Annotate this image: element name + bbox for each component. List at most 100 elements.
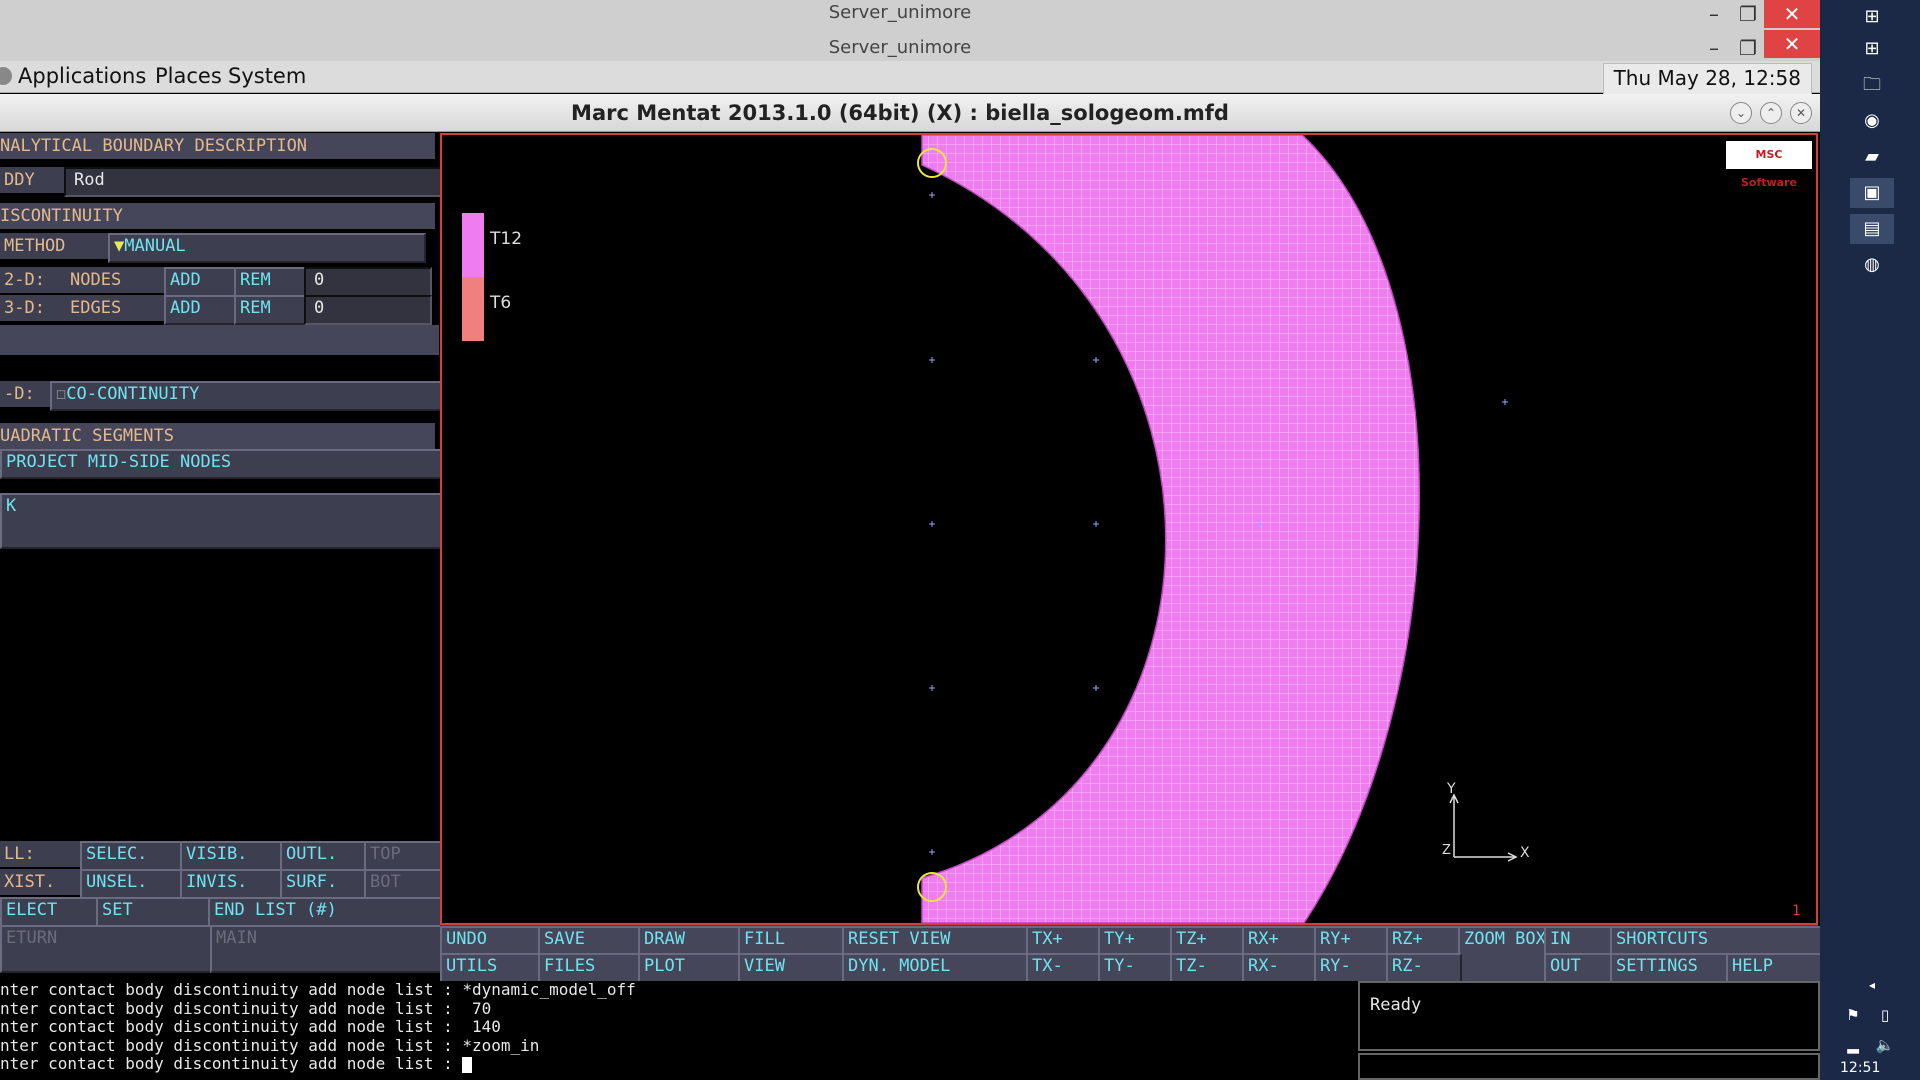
unsel-button[interactable]: UNSEL. (80, 869, 184, 899)
outl-button[interactable]: OUTL. (280, 841, 368, 871)
msc-logo: MSC Software (1726, 141, 1812, 189)
zoom-out-button[interactable]: OUT (1544, 953, 1614, 983)
menu-system[interactable]: System (228, 64, 306, 88)
file-explorer-icon[interactable]: 🗀 (1850, 70, 1894, 100)
graphics-viewport[interactable]: T12 T6 Y X Z 1 MSC Software (440, 133, 1818, 925)
exist-label: XIST. (0, 869, 80, 895)
firefox-icon[interactable]: ◉ (1850, 106, 1894, 136)
invis-button[interactable]: INVIS. (180, 869, 284, 899)
clock[interactable]: Thu May 28, 12:58 (1602, 63, 1812, 96)
zoom-box-button[interactable]: ZOOM BOX (1458, 926, 1548, 986)
rod-mesh (921, 135, 1420, 923)
reset-view-button[interactable]: RESET VIEW (842, 926, 1030, 956)
ry-plus-button[interactable]: RY+ (1314, 926, 1390, 956)
taskbar-clock[interactable]: 12:51 (1840, 1060, 1880, 1076)
visib-button[interactable]: VISIB. (180, 841, 284, 871)
method-value: MANUAL (124, 236, 186, 256)
ty-plus-button[interactable]: TY+ (1098, 926, 1174, 956)
ty-minus-button[interactable]: TY- (1098, 953, 1174, 983)
mesh-canvas (917, 135, 1518, 923)
plot-button[interactable]: PLOT (638, 953, 742, 983)
battery-icon[interactable]: ▯ (1870, 1000, 1900, 1030)
save-button[interactable]: SAVE (538, 926, 642, 956)
axis-y-label: Y (1447, 781, 1456, 797)
rz-plus-button[interactable]: RZ+ (1386, 926, 1462, 956)
chevron-down-icon[interactable]: ⌄ (1730, 102, 1752, 124)
flag-icon[interactable]: ⚑ (1838, 1000, 1868, 1030)
close-icon[interactable]: ✕ (1764, 30, 1820, 58)
tx-minus-button[interactable]: TX- (1026, 953, 1102, 983)
all-label: LL: (0, 841, 80, 867)
windows-logo-icon[interactable]: ⊞ (1850, 34, 1894, 64)
main-button[interactable]: MAIN (210, 925, 442, 973)
chevron-left-icon[interactable]: ◂ (1850, 970, 1894, 1000)
tz-minus-button[interactable]: TZ- (1170, 953, 1246, 983)
console-line: nter contact body discontinuity add node… (0, 1035, 540, 1055)
set-button[interactable]: SET (96, 897, 212, 927)
gnome-foot-icon[interactable] (0, 67, 12, 85)
fill-button[interactable]: FILL (738, 926, 846, 956)
chevron-up-icon[interactable]: ⌃ (1760, 102, 1782, 124)
menu-applications[interactable]: Applications (18, 64, 146, 88)
close-icon[interactable]: ✕ (1764, 0, 1820, 28)
undo-button[interactable]: UNDO (440, 926, 542, 956)
ok-button[interactable]: K (0, 493, 442, 549)
co-continuity-toggle[interactable]: ☐CO-CONTINUITY (50, 381, 442, 411)
console-line: nter contact body discontinuity add node… (0, 1017, 501, 1036)
ry-minus-button[interactable]: RY- (1314, 953, 1390, 983)
bot-button[interactable]: BOT (364, 869, 442, 899)
bottom-toolbar: UNDO SAVE DRAW FILL RESET VIEW TX+ TY+ T… (440, 925, 1822, 986)
view-button[interactable]: VIEW (738, 953, 846, 983)
app-titlebar: Marc Mentat 2013.1.0 (64bit) (X) : biell… (0, 94, 1820, 132)
rx-plus-button[interactable]: RX+ (1242, 926, 1318, 956)
selec-button[interactable]: SELEC. (80, 841, 184, 871)
tz-plus-button[interactable]: TZ+ (1170, 926, 1246, 956)
top-button[interactable]: TOP (364, 841, 442, 871)
rz-minus-button[interactable]: RZ- (1386, 953, 1462, 983)
method-dropdown[interactable]: ▼MANUAL (108, 233, 426, 263)
network-icon[interactable]: ◍ (1850, 250, 1894, 280)
command-console[interactable]: nter contact body discontinuity add node… (0, 980, 1358, 1080)
utils-button[interactable]: UTILS (440, 953, 542, 983)
help-button[interactable]: HELP (1726, 953, 1822, 983)
windows-logo-icon[interactable]: ⊞ (1850, 2, 1894, 32)
signal-icon[interactable]: ▂ (1838, 1030, 1868, 1060)
restore-icon[interactable]: ❐ (1728, 0, 1768, 28)
end-list-button[interactable]: END LIST (#) (208, 897, 442, 927)
body-field[interactable]: Rod (64, 167, 446, 197)
files-button[interactable]: FILES (538, 953, 642, 983)
restore-icon[interactable]: ❐ (1728, 34, 1768, 62)
surf-button[interactable]: SURF. (280, 869, 368, 899)
shortcuts-button[interactable]: SHORTCUTS (1610, 926, 1822, 956)
app-window-icon[interactable]: ▤ (1850, 214, 1894, 244)
axis-x-label: X (1520, 845, 1530, 861)
draw-button[interactable]: DRAW (638, 926, 742, 956)
row3d-rem-button[interactable]: REM (234, 295, 310, 325)
rx-minus-button[interactable]: RX- (1242, 953, 1318, 983)
row2d-rem-button[interactable]: REM (234, 267, 310, 297)
row3d-add-button[interactable]: ADD (164, 295, 240, 325)
row3d-count[interactable]: 0 (304, 295, 432, 325)
axis-triad (1449, 793, 1518, 862)
zoom-in-button[interactable]: IN (1544, 926, 1614, 956)
folder-icon[interactable]: ▰ (1850, 142, 1894, 172)
row3d-label: 3-D: (0, 295, 66, 321)
dyn-model-toggle[interactable]: DYN. MODEL (842, 953, 1030, 983)
legend-label-t6: T6 (490, 293, 512, 313)
tx-plus-button[interactable]: TX+ (1026, 926, 1102, 956)
gnome-panel: Applications Places System Thu May 28, 1… (0, 61, 1820, 96)
row2d-count[interactable]: 0 (304, 267, 432, 297)
console-input-line[interactable]: nter contact body discontinuity add node… (0, 1054, 1358, 1074)
co-continuity-label: CO-CONTINUITY (66, 384, 200, 404)
left-control-panel: NALYTICAL BOUNDARY DESCRIPTION DDY Rod I… (0, 133, 446, 980)
remote-desktop-icon[interactable]: ▣ (1850, 178, 1894, 208)
discontinuity-header: ISCONTINUITY (0, 203, 435, 229)
close-icon[interactable]: ✕ (1790, 102, 1812, 124)
settings-button[interactable]: SETTINGS (1610, 953, 1730, 983)
project-midside-toggle[interactable]: PROJECT MID-SIDE NODES (0, 449, 442, 479)
select-button[interactable]: ELECT (0, 897, 102, 927)
return-button[interactable]: ETURN (0, 925, 214, 973)
volume-icon[interactable]: 🔈 (1870, 1030, 1900, 1060)
row2d-add-button[interactable]: ADD (164, 267, 240, 297)
menu-places[interactable]: Places (155, 64, 222, 88)
